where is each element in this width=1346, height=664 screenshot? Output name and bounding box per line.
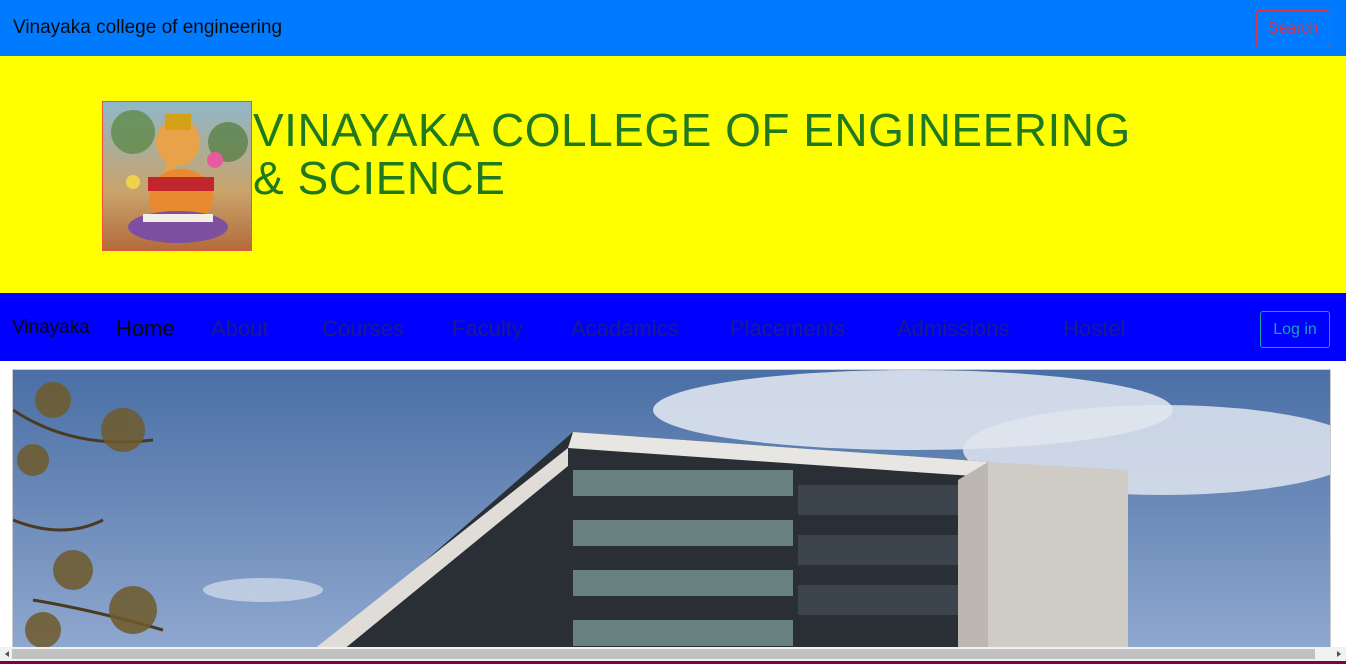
nav-item-placements[interactable]: Placements — [730, 316, 845, 342]
search-button[interactable]: Search — [1256, 10, 1330, 48]
hero-image — [12, 369, 1331, 649]
main-navbar: Vinayaka Home About Courses Faculty Acad… — [0, 293, 1346, 361]
nav-item-acadamics[interactable]: Acadamics — [571, 316, 679, 342]
college-building-photo-icon — [13, 370, 1330, 648]
nav-item-faculty[interactable]: Faculty — [452, 316, 523, 342]
college-header: VINAYAKA COLLEGE OF ENGINEERING & SCIENC… — [0, 56, 1346, 293]
nav-item-hostel[interactable]: Hostel — [1063, 316, 1125, 342]
scroll-right-arrow-icon[interactable] — [1334, 649, 1344, 659]
nav-item-about[interactable]: About — [211, 316, 269, 342]
top-bar: Vinayaka college of engineering Search — [0, 0, 1346, 56]
scroll-left-arrow-icon[interactable] — [2, 649, 12, 659]
college-title: VINAYAKA COLLEGE OF ENGINEERING & SCIENC… — [253, 104, 1131, 204]
site-brand[interactable]: Vinayaka college of engineering — [13, 17, 282, 39]
login-button[interactable]: Log in — [1260, 311, 1330, 348]
navbar-brand[interactable]: Vinayaka — [12, 317, 90, 339]
scrollbar-thumb[interactable] — [12, 649, 1315, 659]
ganesha-logo-icon — [102, 101, 252, 251]
horizontal-scrollbar[interactable] — [0, 647, 1346, 661]
nav-item-admissions[interactable]: Admissions — [897, 316, 1009, 342]
nav-item-courses[interactable]: Courses — [322, 316, 404, 342]
nav-item-home[interactable]: Home — [116, 316, 175, 342]
